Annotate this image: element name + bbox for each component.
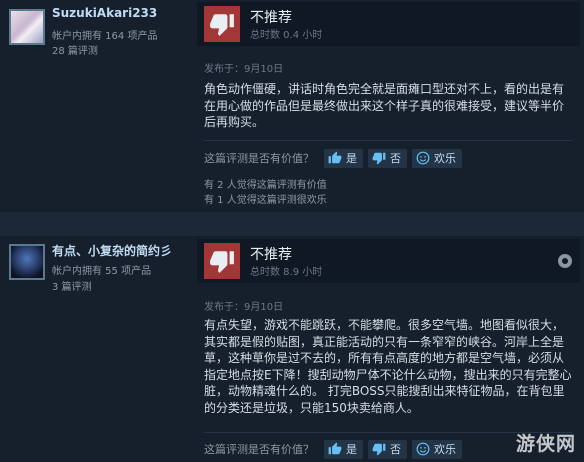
- review-count[interactable]: 3 篇评测: [52, 278, 92, 293]
- vote-yes-button[interactable]: 是: [324, 439, 363, 459]
- review-card: 有点、小复杂的简约彡 帐户内拥有 55 项产品 3 篇评测 不推荐 总时数 8.…: [0, 236, 584, 462]
- helpful-question: 这篇评测是否有价值？: [204, 443, 314, 456]
- vote-yes-label: 是: [346, 443, 357, 456]
- vote-yes-label: 是: [346, 152, 357, 165]
- helpful-question: 这篇评测是否有价值？: [204, 152, 314, 165]
- thumbs-down-icon: [204, 243, 240, 279]
- vote-funny-button[interactable]: 欢乐: [412, 148, 462, 168]
- review-text-line: 指定地点按E下降！搜刮动物尸体不论什么动物，搜出来的只有完整心: [204, 367, 572, 382]
- review-text-line: 后再购买。: [204, 115, 265, 129]
- reviewer-name[interactable]: 有点、小复杂的简约彡: [52, 242, 172, 259]
- vote-controls: 这篇评测是否有价值？ 是 否 欢乐: [204, 148, 467, 168]
- hours-played: 总时数 0.4 小时: [250, 30, 323, 41]
- review-header[interactable]: 不推荐 总时数 8.9 小时: [197, 239, 580, 283]
- review-header[interactable]: 不推荐 总时数 0.4 小时: [197, 2, 580, 46]
- smiley-icon: [416, 442, 430, 456]
- vote-yes-button[interactable]: 是: [324, 148, 363, 168]
- watermark-logo: 游侠网: [515, 433, 576, 455]
- review-body: 有点失望，游戏不能跳跃，不能攀爬。很多空气墙。地图看似很大， 其实都是假的贴图，…: [204, 317, 572, 416]
- thumbs-down-icon: [204, 6, 240, 42]
- review-text-line: 有点失望，游戏不能跳跃，不能攀爬。很多空气墙。地图看似很大，: [204, 318, 565, 332]
- vote-no-label: 否: [390, 443, 401, 456]
- review-text-line: 脏，动物精魂什么的。 打完BOSS只能搜刮出来特征物品，在背包里: [204, 384, 565, 398]
- review-text-line: 角色动作僵硬，讲话时角色完全就是面瘫口型还对不上，看的出是有: [204, 82, 565, 96]
- review-text-line: 在用心做的作品但是最终做出来这个样子真的很难接受，建议等半价: [204, 98, 565, 113]
- avatar[interactable]: [9, 244, 45, 280]
- vote-no-button[interactable]: 否: [368, 439, 407, 459]
- posted-date: 发布于：9月10日: [204, 302, 284, 313]
- vote-no-button[interactable]: 否: [368, 148, 407, 168]
- funny-count: 有 1 人觉得这篇评测很欢乐: [204, 195, 327, 206]
- reviewer-name[interactable]: SuzukiAkari233: [52, 6, 157, 20]
- review-text-line: 草，这种草你是过不去的，所有有点高度的地方都是空气墙，必须从: [204, 351, 565, 365]
- steam-icon: [558, 254, 572, 268]
- review-text-line: 的分类还是垃圾，只能150块卖给商人。: [204, 400, 419, 415]
- review-body: 角色动作僵硬，讲话时角色完全就是面瘫口型还对不上，看的出是有 在用心做的作品但是…: [204, 81, 572, 131]
- thumbs-down-icon: [372, 442, 386, 456]
- hours-played: 总时数 8.9 小时: [250, 267, 323, 278]
- vote-funny-label: 欢乐: [434, 152, 456, 165]
- products-owned[interactable]: 帐户内拥有 55 项产品: [52, 262, 151, 277]
- thumbs-up-icon: [328, 442, 342, 456]
- review-text-line: 其实都是假的贴图，真正能活动的只有一条窄窄的峡谷。河岸上全是: [204, 334, 565, 349]
- review-separator: [0, 212, 584, 236]
- divider: [204, 140, 572, 141]
- posted-date: 发布于：9月10日: [204, 64, 284, 75]
- avatar[interactable]: [9, 9, 45, 45]
- helpful-count: 有 2 人觉得这篇评测有价值: [204, 180, 327, 191]
- vote-funny-button[interactable]: 欢乐: [412, 439, 462, 459]
- verdict-label: 不推荐: [250, 10, 292, 26]
- products-owned[interactable]: 帐户内拥有 164 项产品: [52, 27, 157, 42]
- review-count[interactable]: 28 篇评测: [52, 42, 98, 57]
- review-card: SuzukiAkari233 帐户内拥有 164 项产品 28 篇评测 不推荐 …: [0, 0, 584, 212]
- smiley-icon: [416, 151, 430, 165]
- vote-funny-label: 欢乐: [434, 443, 456, 456]
- thumbs-down-icon: [372, 151, 386, 165]
- vote-controls: 这篇评测是否有价值？ 是 否 欢乐: [204, 439, 467, 459]
- thumbs-up-icon: [328, 151, 342, 165]
- verdict-label: 不推荐: [250, 247, 292, 263]
- vote-no-label: 否: [390, 152, 401, 165]
